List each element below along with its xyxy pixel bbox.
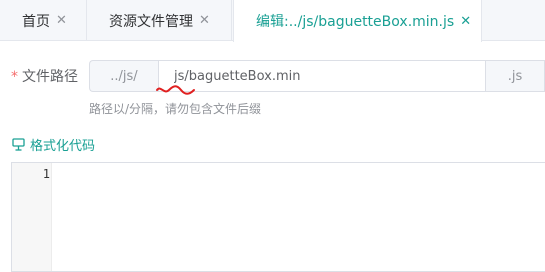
tab-label: 首页 [22,13,50,30]
file-path-label-text: 文件路径 [22,69,78,85]
line-number: 1 [42,167,50,181]
tab-bar: 首页 ✕ 资源文件管理 ✕ 编辑:../js/baguetteBox.min.j… [0,0,545,42]
required-mark: * [11,69,18,85]
close-icon[interactable]: ✕ [199,13,210,28]
file-path-input[interactable] [158,60,486,92]
close-icon[interactable]: ✕ [56,13,67,28]
spellcheck-squiggle [156,85,195,95]
file-path-label: * 文件路径 [11,66,78,86]
path-suffix: .js [486,60,545,92]
code-editor[interactable]: 1 [11,162,545,272]
file-path-hint: 路径以/分隔，请勿包含文件后缀 [89,102,262,116]
path-prefix: ../js/ [89,60,158,92]
tab-home[interactable]: 首页 ✕ [0,0,87,41]
editor-gutter: 1 [12,163,52,271]
tab-edit-file[interactable]: 编辑:../js/baguetteBox.min.js ✕ [233,0,482,42]
tab-resource-files[interactable]: 资源文件管理 ✕ [87,0,232,41]
tab-label: 资源文件管理 [109,13,193,30]
tab-label: 编辑:../js/baguetteBox.min.js [256,14,455,30]
format-icon [12,138,25,151]
close-icon[interactable]: ✕ [460,14,471,29]
format-code-label: 格式化代码 [30,139,96,154]
format-code-button[interactable]: 格式化代码 [12,135,95,154]
